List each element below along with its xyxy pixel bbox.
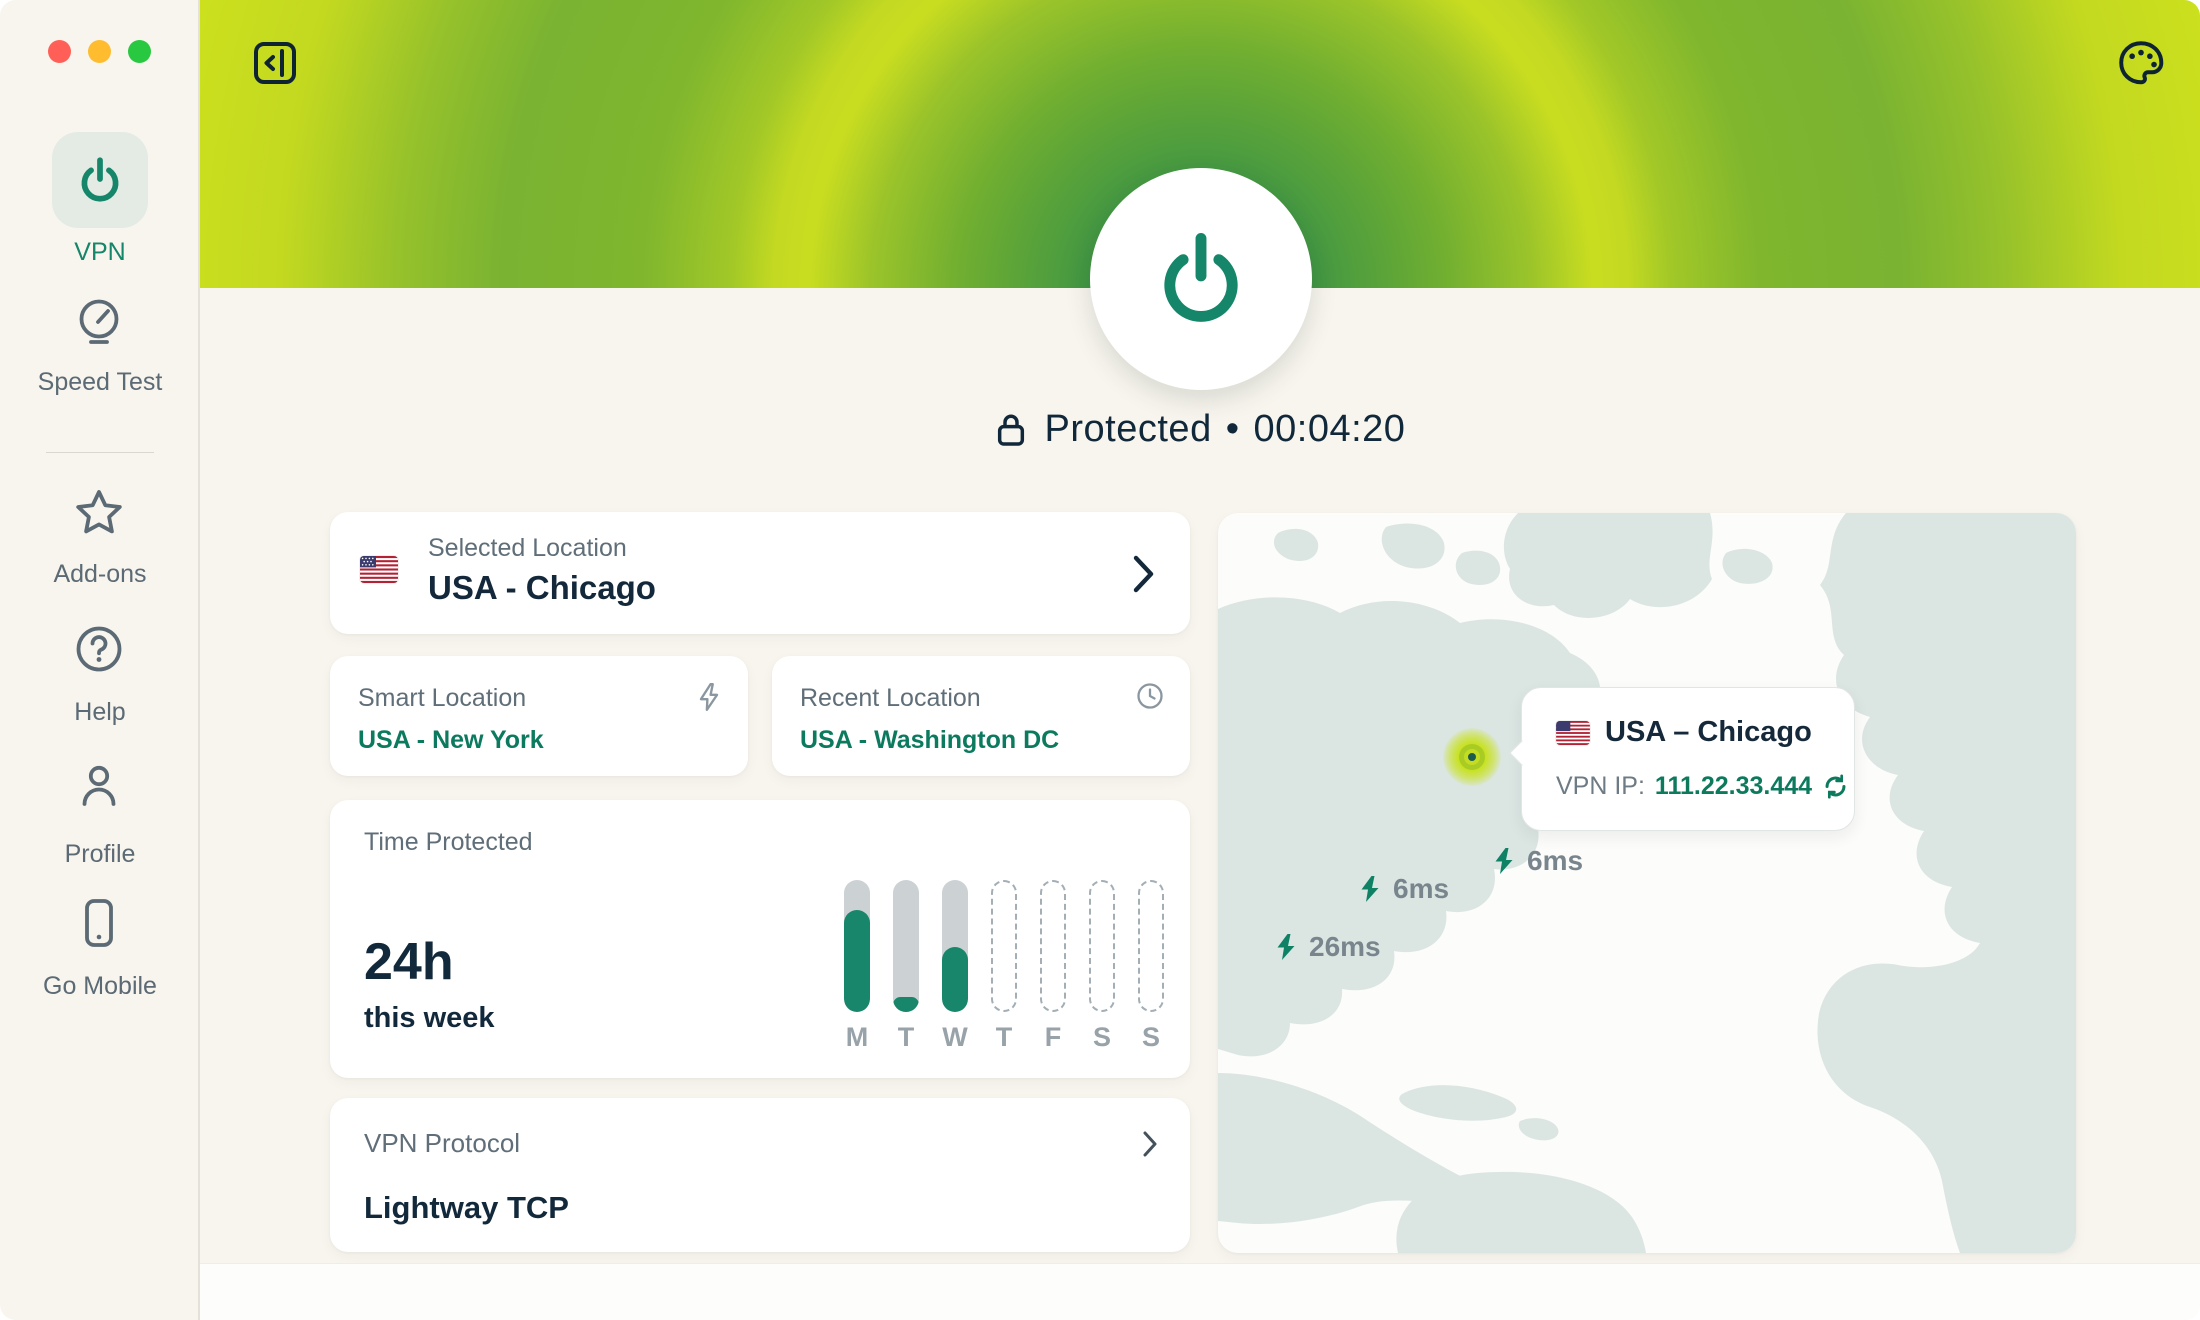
vpn-ip-label: VPN IP:	[1556, 772, 1645, 801]
clock-icon	[1136, 682, 1164, 710]
zoom-window-button[interactable]	[128, 40, 151, 63]
sidebar-item-add-ons[interactable]: Add-ons	[0, 560, 200, 589]
lock-icon	[995, 411, 1027, 449]
sidebar: VPN Speed Test Add-ons Help Profile Go M…	[0, 0, 200, 1320]
smart-location-value: USA - New York	[358, 726, 544, 755]
bolt-icon	[1358, 874, 1382, 904]
recent-location-card[interactable]: Recent Location USA - Washington DC	[772, 656, 1190, 776]
day-bar	[1040, 880, 1066, 1012]
location-tooltip: USA – Chicago VPN IP: 111.22.33.444	[1521, 687, 1855, 831]
day-label: T	[991, 1022, 1017, 1053]
tooltip-location-title: USA – Chicago	[1605, 716, 1812, 749]
chevron-right-icon	[1142, 1130, 1158, 1158]
collapse-sidebar-icon[interactable]	[252, 40, 298, 86]
sidebar-item-go-mobile[interactable]: Go Mobile	[0, 972, 200, 1001]
time-protected-card: Time Protected 24h this week MTWTFSS	[330, 800, 1190, 1078]
profile-icon[interactable]	[74, 762, 124, 812]
selected-location-label: Selected Location	[428, 534, 656, 563]
bolt-icon	[696, 682, 722, 712]
day-label: F	[1040, 1022, 1066, 1053]
latency-marker: 6ms	[1358, 873, 1449, 905]
smart-location-label: Smart Location	[358, 684, 526, 713]
power-toggle-button[interactable]	[1090, 168, 1312, 390]
bolt-icon	[1492, 846, 1516, 876]
sidebar-item-vpn-label: VPN	[0, 238, 200, 267]
theme-palette-icon[interactable]	[2116, 38, 2166, 88]
world-map	[1218, 513, 2076, 1253]
day-bar	[844, 880, 870, 1012]
app-window: VPN Speed Test Add-ons Help Profile Go M…	[0, 0, 2200, 1320]
recent-location-label: Recent Location	[800, 684, 981, 713]
day-label: M	[844, 1022, 870, 1053]
power-icon	[1149, 227, 1253, 331]
mobile-icon[interactable]	[74, 896, 124, 950]
latency-marker: 6ms	[1492, 845, 1583, 877]
power-icon	[74, 154, 126, 206]
recent-location-value: USA - Washington DC	[800, 726, 1059, 755]
connection-status: Protected • 00:04:20	[200, 408, 2200, 451]
star-icon[interactable]	[74, 488, 124, 536]
day-bar	[942, 880, 968, 1012]
us-flag-icon	[1556, 721, 1590, 745]
day-bar	[893, 880, 919, 1012]
day-bar	[1138, 880, 1164, 1012]
footer-strip	[200, 1263, 2200, 1320]
time-protected-chart	[844, 880, 1164, 1012]
time-protected-chart-labels: MTWTFSS	[844, 1022, 1164, 1053]
us-flag-icon	[360, 556, 398, 583]
selected-location-card[interactable]: Selected Location USA - Chicago	[330, 512, 1190, 634]
help-icon[interactable]	[74, 624, 124, 674]
chevron-right-icon	[1132, 554, 1156, 594]
vpn-protocol-label: VPN Protocol	[364, 1128, 520, 1159]
selected-location-value: USA - Chicago	[428, 569, 656, 607]
status-separator: •	[1226, 408, 1240, 451]
day-label: T	[893, 1022, 919, 1053]
time-protected-label: Time Protected	[364, 828, 533, 857]
vpn-protocol-card[interactable]: VPN Protocol Lightway TCP	[330, 1098, 1190, 1252]
day-label: S	[1089, 1022, 1115, 1053]
minimize-window-button[interactable]	[88, 40, 111, 63]
sidebar-item-help[interactable]: Help	[0, 698, 200, 727]
close-window-button[interactable]	[48, 40, 71, 63]
day-bar	[1089, 880, 1115, 1012]
status-label: Protected	[1045, 408, 1212, 451]
session-timer: 00:04:20	[1254, 408, 1406, 451]
traffic-lights	[48, 40, 151, 63]
bolt-icon	[1274, 932, 1298, 962]
day-label: S	[1138, 1022, 1164, 1053]
day-bar	[991, 880, 1017, 1012]
smart-location-card[interactable]: Smart Location USA - New York	[330, 656, 748, 776]
latency-marker: 26ms	[1274, 931, 1381, 963]
refresh-icon[interactable]	[1822, 773, 1849, 800]
day-label: W	[942, 1022, 968, 1053]
time-protected-total: 24h	[364, 932, 454, 992]
speedometer-icon[interactable]	[74, 296, 124, 348]
sidebar-item-vpn[interactable]	[52, 132, 148, 228]
vpn-protocol-value: Lightway TCP	[364, 1190, 569, 1226]
sidebar-item-profile[interactable]: Profile	[0, 840, 200, 869]
time-protected-period: this week	[364, 1002, 495, 1035]
sidebar-item-speed-test[interactable]: Speed Test	[0, 368, 200, 397]
vpn-ip-value: 111.22.33.444	[1655, 772, 1812, 801]
map-panel: 6ms 6ms 26ms	[1218, 513, 2076, 1253]
sidebar-divider	[46, 452, 154, 453]
